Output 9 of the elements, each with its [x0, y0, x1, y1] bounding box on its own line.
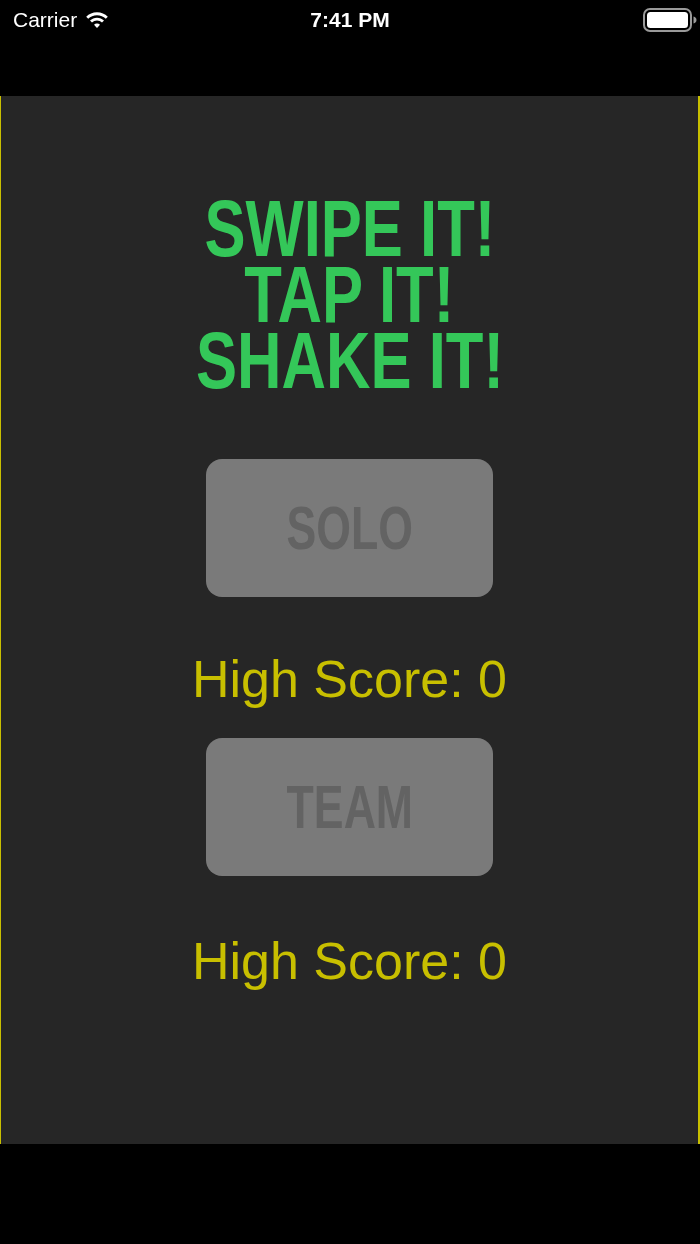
title-text: SHAKE IT!	[195, 328, 504, 394]
title-text: TAP IT!	[244, 262, 455, 328]
high-score-text: High Score: 0	[191, 931, 507, 991]
carrier-name: Carrier	[13, 8, 78, 32]
wifi-icon	[84, 10, 111, 30]
title-text: SWIPE IT!	[204, 196, 495, 262]
battery-icon	[643, 8, 697, 32]
clock-time: 7:41 PM	[310, 8, 390, 32]
high-score-text: High Score: 0	[191, 649, 507, 709]
